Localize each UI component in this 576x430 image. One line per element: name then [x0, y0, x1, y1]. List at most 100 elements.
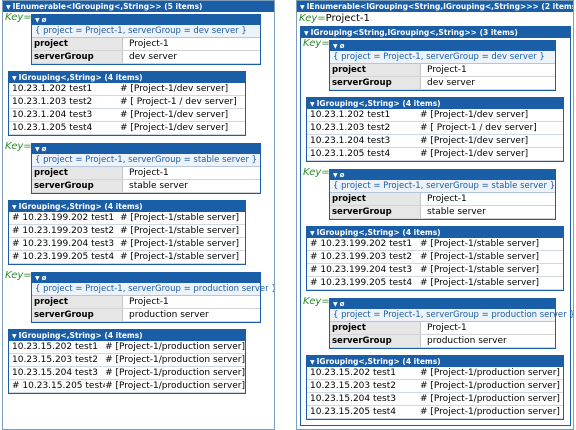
grouping-items-header[interactable]: ▼ IGrouping<,String> (4 items): [9, 201, 245, 212]
grouping-item-row: 10.23.15.205 test4 # [Project-1/productio…: [307, 406, 563, 419]
key-field-value: stable server: [427, 207, 486, 217]
item-comment: # [Project-1/stable server]: [120, 252, 240, 262]
item-host: # 10.23.199.203 test2: [310, 252, 413, 262]
key-object-box: ▼ ø{ project = Project-1, serverGroup = d…: [329, 40, 556, 91]
expand-triangle-icon[interactable]: ▼: [12, 204, 17, 211]
key-object-box: ▼ ø{ project = Project-1, serverGroup = d…: [31, 14, 261, 65]
grouping-item-row: # 10.23.199.203 test2 # [Project-1/stable…: [307, 251, 563, 264]
key-field-value: production server: [129, 310, 209, 320]
expand-triangle-icon[interactable]: ▼: [300, 4, 305, 11]
item-host: 10.23.1.204 test3: [12, 110, 93, 120]
item-host: # 10.23.15.205 test4: [12, 381, 106, 391]
right-root-header[interactable]: ▼ IEnumerable<IGrouping<String,IGrouping<…: [297, 1, 573, 12]
grouping-item-row: # 10.23.199.204 test3 # [Project-1/stable…: [9, 238, 245, 251]
key-field-value: production server: [427, 336, 507, 346]
item-host: # 10.23.199.204 test3: [12, 239, 115, 249]
item-host: 10.23.15.202 test1: [310, 368, 396, 378]
key-row: Key= ▼ ø{ project = Project-1, serverGroup…: [301, 296, 573, 349]
grouping-item-row: 10.23.15.202 test1 # [Project-1/productio…: [9, 341, 245, 354]
expand-triangle-icon[interactable]: ▼: [35, 275, 40, 282]
expand-triangle-icon[interactable]: ▼: [310, 230, 315, 237]
item-comment: # [Project-1/dev server]: [420, 110, 529, 120]
expand-triangle-icon[interactable]: ▼: [35, 17, 40, 24]
grouping-items-title: IGrouping<,String> (4 items): [316, 99, 441, 108]
expand-triangle-icon[interactable]: ▼: [310, 101, 315, 108]
key-field-value: dev server: [427, 78, 475, 88]
key-object-header[interactable]: ▼ ø: [32, 273, 260, 283]
item-comment: # [Project-1/dev server]: [120, 123, 229, 133]
key-label: Key=: [5, 12, 32, 23]
key-field-value: Project-1: [427, 323, 467, 333]
key-field-name: serverGroup: [330, 206, 421, 218]
key-object-box: ▼ ø{ project = Project-1, serverGroup = p…: [329, 298, 573, 349]
expand-triangle-icon[interactable]: ▼: [304, 30, 309, 37]
grouping-item-row: # 10.23.199.202 test1 # [Project-1/stable…: [9, 212, 245, 225]
item-host: # 10.23.199.205 test4: [12, 252, 115, 262]
item-comment: # [Project-1/stable server]: [120, 213, 240, 223]
item-host: 10.23.1.203 test2: [310, 123, 391, 133]
key-object-header[interactable]: ▼ ø: [330, 299, 555, 309]
key-row: Key= ▼ ø{ project = Project-1, serverGroup…: [3, 270, 274, 323]
grouping-items-header[interactable]: ▼ IGrouping<,String> (4 items): [307, 356, 563, 367]
grouping-item-row: 10.23.15.203 test2 # [Project-1/productio…: [307, 380, 563, 393]
grouping-items-header[interactable]: ▼ IGrouping<,String> (4 items): [307, 227, 563, 238]
key-label: Key=: [303, 296, 330, 307]
item-comment: # [Project-1/production server]: [420, 407, 560, 417]
key-object-header[interactable]: ▼ ø: [32, 144, 260, 154]
expand-triangle-icon[interactable]: ▼: [333, 172, 338, 179]
item-comment: # [Project-1/production server]: [105, 381, 245, 391]
grouping-item-row: 10.23.15.204 test3 # [Project-1/productio…: [307, 393, 563, 406]
key-field-row: project Project-1: [330, 193, 555, 206]
key-object-header[interactable]: ▼ ø: [330, 170, 555, 180]
key-summary: { project = Project-1, serverGroup = dev…: [330, 51, 555, 64]
grouping-item-row: # 10.23.199.203 test2 # [Project-1/stable…: [9, 225, 245, 238]
group-block: Key= ▼ ø{ project = Project-1, serverGroup…: [3, 270, 274, 394]
left-root-header[interactable]: ▼ IEnumerable<IGrouping<,String>> (5 item…: [3, 1, 274, 12]
key-label: Key=: [5, 270, 32, 281]
grouping-items-header[interactable]: ▼ IGrouping<,String> (4 items): [9, 330, 245, 341]
item-comment: # [Project-1/stable server]: [420, 239, 540, 249]
key-object-header[interactable]: ▼ ø: [330, 41, 555, 51]
left-group-list: Key= ▼ ø{ project = Project-1, serverGroup…: [3, 12, 274, 394]
grouping-items-box: ▼ IGrouping<,String> (4 items) # 10.23.199…: [306, 226, 564, 291]
item-comment: # [Project-1/dev server]: [420, 136, 529, 146]
expand-triangle-icon[interactable]: ▼: [12, 75, 17, 82]
grouping-item-row: 10.23.1.205 test4 # [Project-1/dev server…: [307, 148, 563, 161]
item-comment: # [Project-1/dev server]: [420, 149, 529, 159]
key-field-name: project: [330, 193, 421, 205]
item-host: # 10.23.199.203 test2: [12, 226, 115, 236]
key-field-row: project Project-1: [32, 38, 260, 51]
key-field-row: serverGroup dev server: [32, 51, 260, 64]
grouping-items-header[interactable]: ▼ IGrouping<,String> (4 items): [9, 72, 245, 83]
grouping-item-row: 10.23.1.204 test3 # [Project-1/dev server…: [307, 135, 563, 148]
expand-triangle-icon[interactable]: ▼: [35, 146, 40, 153]
key-object-type: ø: [339, 42, 345, 50]
grouping-item-row: # 10.23.199.204 test3 # [Project-1/stable…: [307, 264, 563, 277]
expand-triangle-icon[interactable]: ▼: [333, 43, 338, 50]
item-comment: # [Project-1/stable server]: [420, 265, 540, 275]
grouping-items-header[interactable]: ▼ IGrouping<,String> (4 items): [307, 98, 563, 109]
item-comment: # [Project-1/production server]: [420, 394, 560, 404]
key-field-name: serverGroup: [32, 309, 123, 321]
key-field-row: serverGroup dev server: [330, 77, 555, 90]
right-inner-header[interactable]: ▼ IGrouping<String,IGrouping<,String>> (3…: [301, 27, 570, 38]
key-object-box: ▼ ø{ project = Project-1, serverGroup = s…: [329, 169, 556, 220]
key-field-name: serverGroup: [32, 51, 123, 63]
key-object-box: ▼ ø{ project = Project-1, serverGroup = p…: [31, 272, 274, 323]
key-label: Key=: [303, 167, 330, 178]
key-object-header[interactable]: ▼ ø: [32, 15, 260, 25]
left-root-title: IEnumerable<IGrouping<,String>> (5 items…: [12, 2, 203, 11]
key-object-type: ø: [339, 171, 345, 179]
key-summary: { project = Project-1, serverGroup = pro…: [330, 309, 573, 322]
grouping-item-row: # 10.23.15.205 test4 # [Project-1/product…: [9, 380, 245, 393]
right-top-key: Key= Project-1: [297, 12, 573, 26]
key-field-name: project: [32, 38, 123, 50]
expand-triangle-icon[interactable]: ▼: [12, 333, 17, 340]
key-summary: { project = Project-1, serverGroup = sta…: [32, 154, 260, 167]
key-field-row: project Project-1: [32, 296, 260, 309]
grouping-item-row: 10.23.1.202 test1 # [Project-1/dev server…: [9, 83, 245, 96]
expand-triangle-icon[interactable]: ▼: [6, 4, 11, 11]
key-field-row: serverGroup stable server: [32, 180, 260, 193]
expand-triangle-icon[interactable]: ▼: [333, 301, 338, 308]
expand-triangle-icon[interactable]: ▼: [310, 359, 315, 366]
